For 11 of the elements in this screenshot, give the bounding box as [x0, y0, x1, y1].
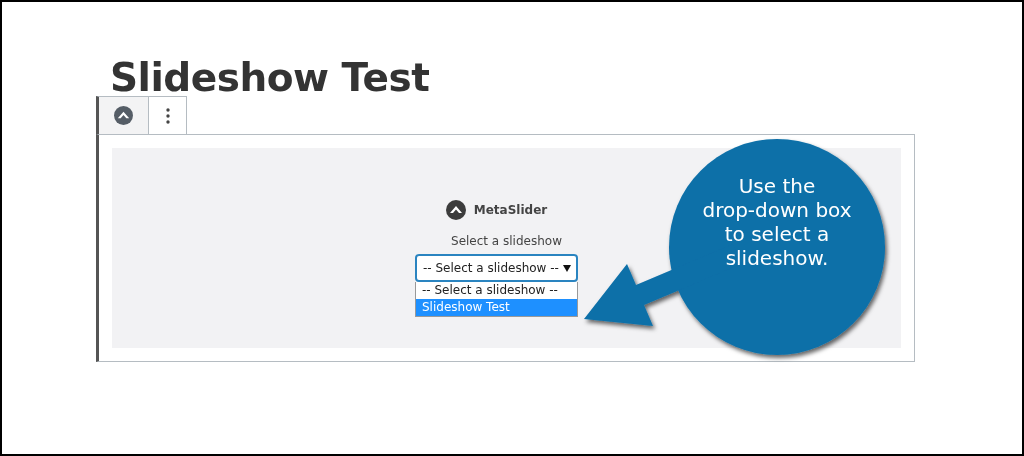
block-type-button[interactable]: [99, 97, 149, 134]
plugin-name: MetaSlider: [473, 203, 548, 217]
select-label: Select a slideshow: [451, 234, 562, 248]
caret-icon: [563, 264, 571, 272]
page-title: Slideshow Test: [109, 54, 431, 96]
dropdown-option[interactable]: -- Select a slideshow --: [416, 282, 577, 299]
chevron-logo-icon: [114, 106, 133, 125]
chevron-logo-icon: [445, 200, 466, 220]
callout-text: Use the drop-down box to select a slideshow.: [701, 174, 853, 270]
more-options-icon: [165, 107, 170, 124]
slideshow-select[interactable]: -- Select a slideshow --: [415, 254, 578, 282]
